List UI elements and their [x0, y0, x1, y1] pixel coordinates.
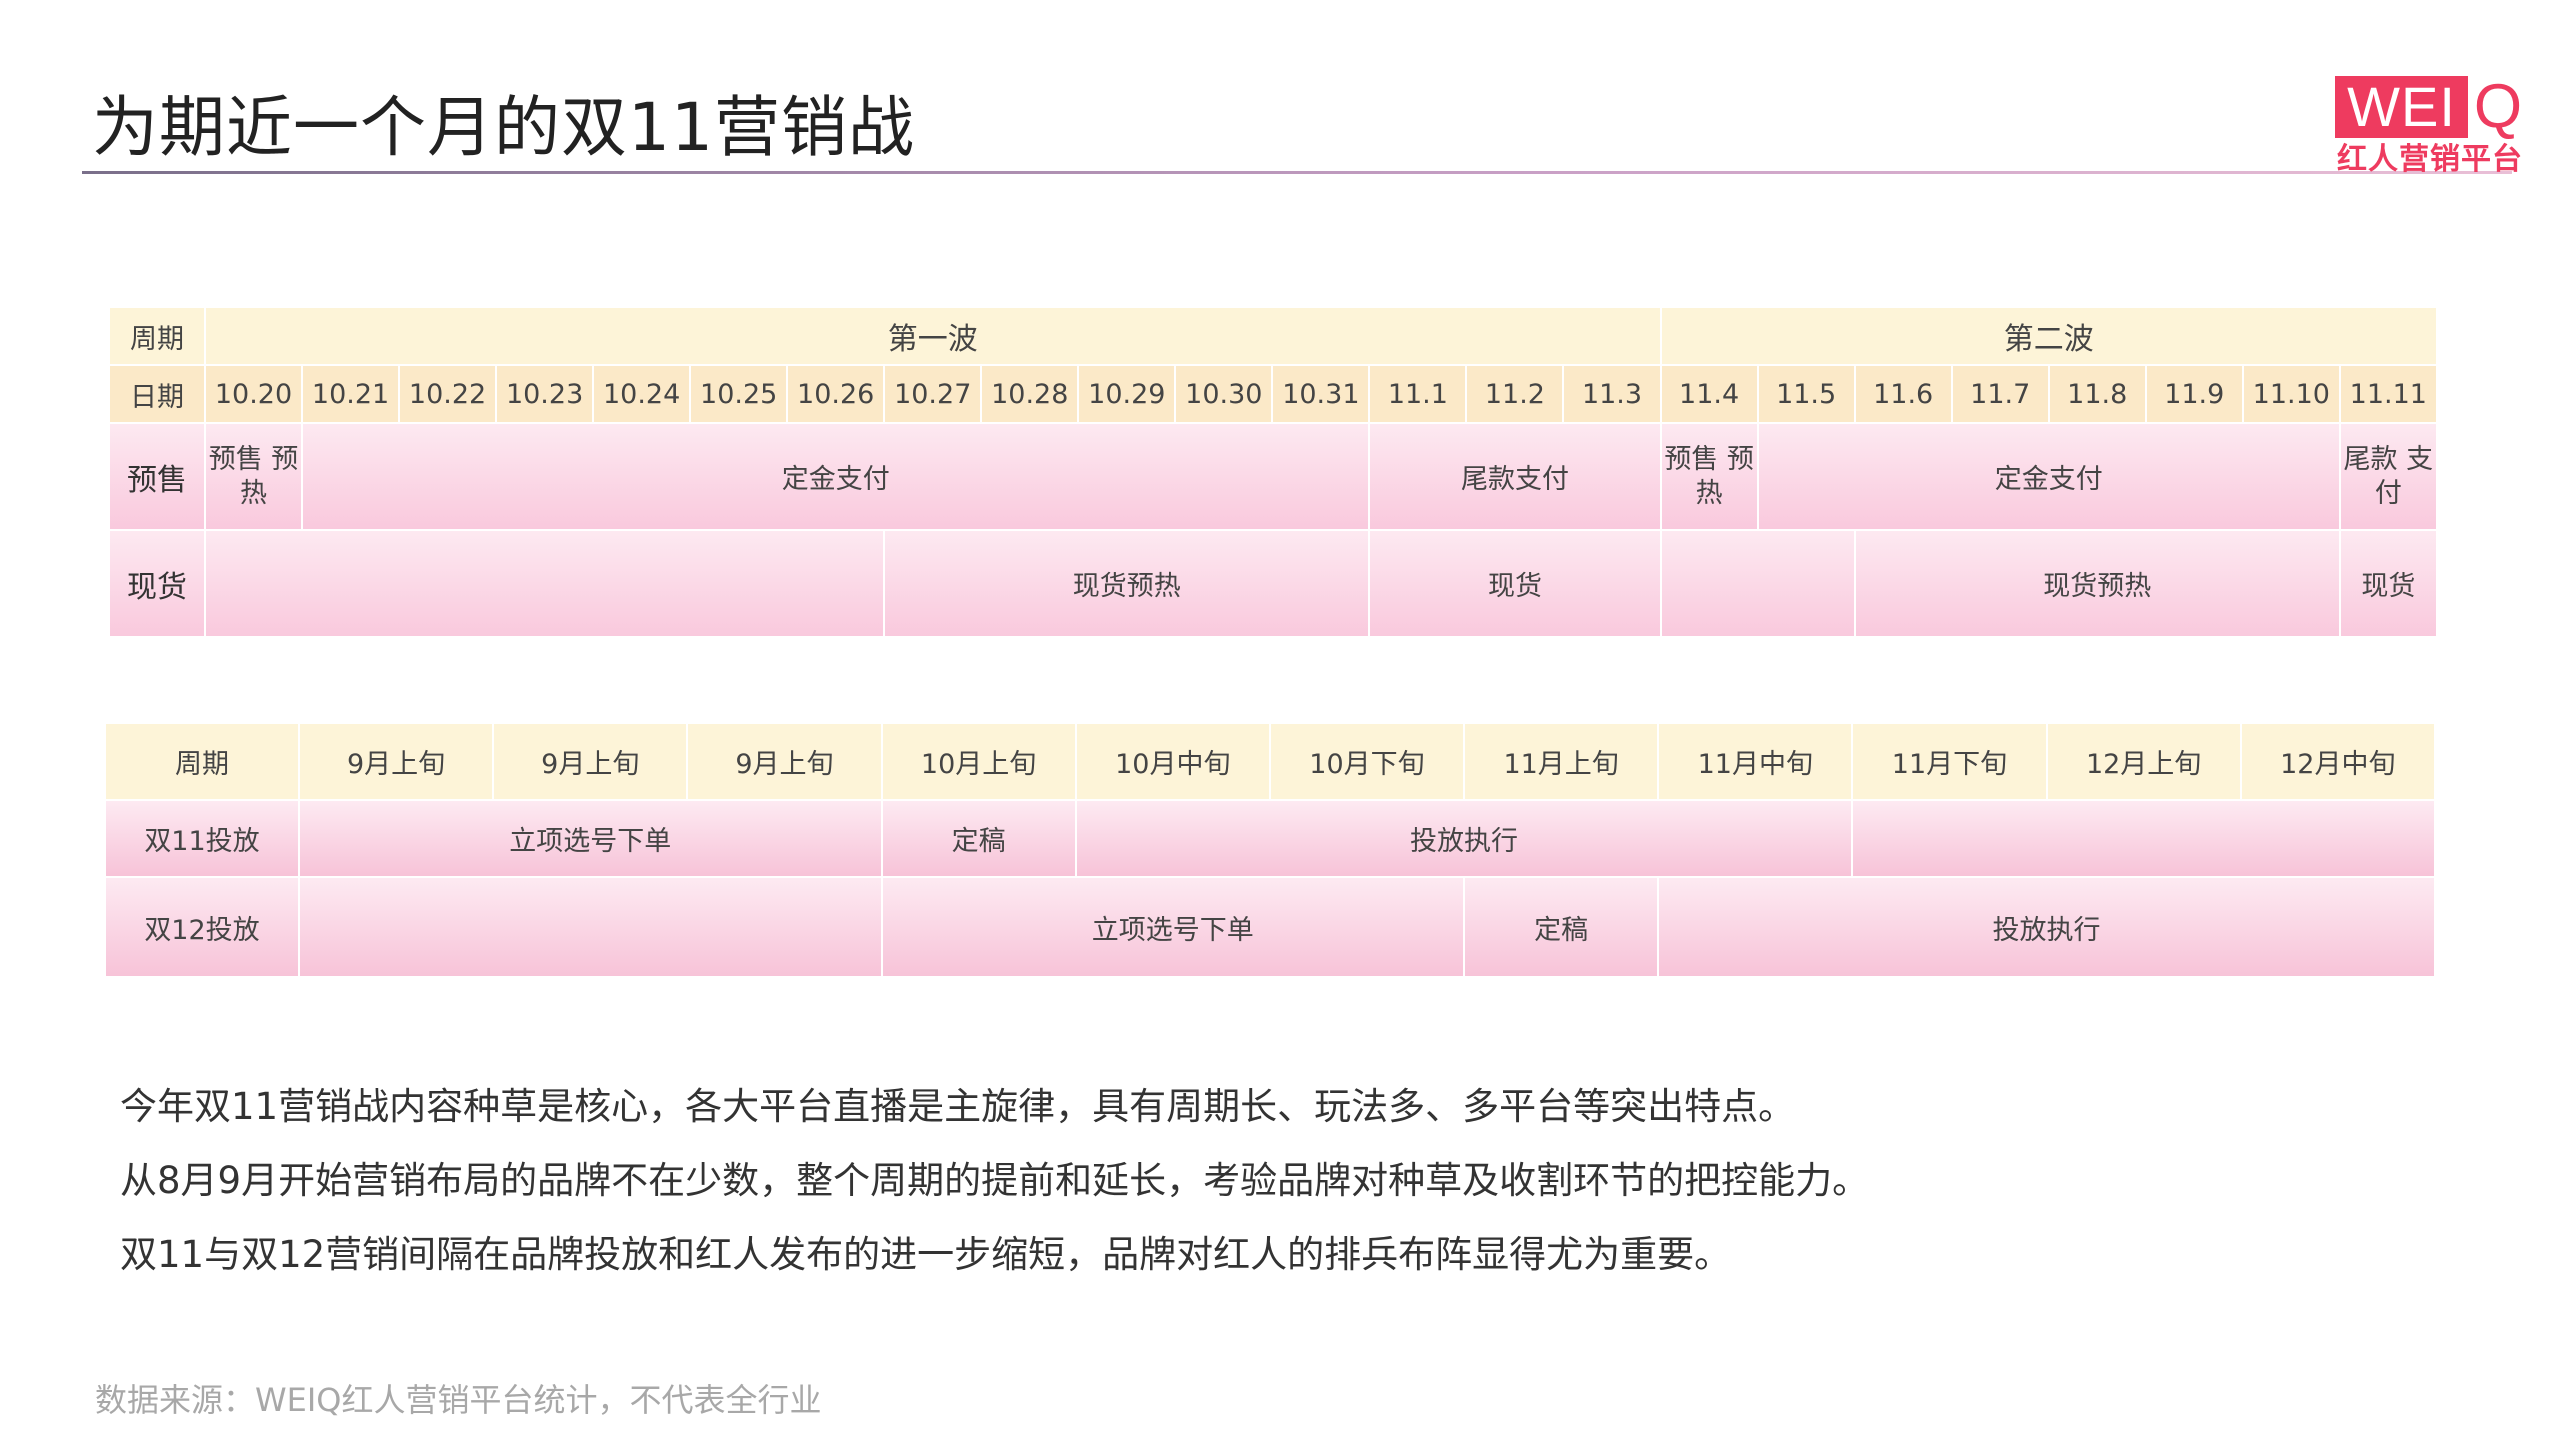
weiq-logo: WEI — [2335, 76, 2468, 138]
summary-notes: 今年双11营销战内容种草是核心，各大平台直播是主旋律，具有周期长、玩法多、多平台… — [120, 1070, 1869, 1292]
presale-label: 预售 — [108, 422, 206, 531]
d11-empty — [1851, 799, 2436, 878]
wave1-final-payment: 尾款支付 — [1368, 422, 1662, 531]
period-cell: 12月上旬 — [2045, 722, 2242, 801]
d11-row: 双11投放 立项选号下单 定稿 投放执行 — [104, 799, 2436, 878]
period-cell: 9月上旬 — [492, 722, 689, 801]
timeline-period-label: 周期 — [104, 722, 300, 801]
d11-exec: 投放执行 — [1074, 799, 1854, 878]
d12-plan: 立项选号下单 — [880, 876, 1466, 978]
date-cell: 11.8 — [2047, 364, 2147, 424]
wave2-final-payment: 尾款 支付 — [2338, 422, 2438, 531]
note-line: 双11与双12营销间隔在品牌投放和红人发布的进一步缩短，品牌对红人的排兵布阵显得… — [120, 1233, 1732, 1276]
d12-final: 定稿 — [1463, 876, 1660, 978]
date-cell: 10.21 — [301, 364, 401, 424]
wave2-spot-preheat: 现货预热 — [1853, 529, 2341, 638]
date-cell: 11.4 — [1659, 364, 1759, 424]
period-cell: 12月中旬 — [2239, 722, 2436, 801]
period-cell: 9月上旬 — [686, 722, 883, 801]
date-cell: 11.2 — [1465, 364, 1565, 424]
period-cell: 11月下旬 — [1851, 722, 2048, 801]
date-cell: 10.20 — [203, 364, 304, 424]
note-line: 今年双11营销战内容种草是核心，各大平台直播是主旋律，具有周期长、玩法多、多平台… — [120, 1085, 1796, 1128]
date-cell: 11.11 — [2338, 364, 2438, 424]
date-cell: 10.23 — [495, 364, 595, 424]
date-cell: 10.30 — [1174, 364, 1274, 424]
date-cell: 10.27 — [883, 364, 983, 424]
date-cell: 11.9 — [2144, 364, 2244, 424]
wave1-deposit-payment: 定金支付 — [301, 422, 1371, 531]
d11-plan: 立项选号下单 — [298, 799, 883, 878]
note-line: 从8月9月开始营销布局的品牌不在少数，整个周期的提前和延长，考验品牌对种草及收割… — [120, 1159, 1870, 1202]
date-cell: 10.31 — [1271, 364, 1371, 424]
date-cell: 11.6 — [1853, 364, 1953, 424]
wave1-spot: 现货 — [1368, 529, 1662, 638]
timeline-header-row: 周期 9月上旬 9月上旬 9月上旬 10月上旬 10月中旬 10月下旬 11月上旬 11月中旬… — [104, 722, 2436, 801]
daily-schedule-table: 周期 第一波 第二波 日期 10.20 10.21 10.22 10.23 10.24 1… — [108, 306, 2438, 638]
wave-1-header: 第一波 — [204, 306, 1662, 366]
date-cell: 10.24 — [592, 364, 692, 424]
period-cell: 11月上旬 — [1463, 722, 1660, 801]
date-cell: 10.29 — [1077, 364, 1177, 424]
wave1-spot-empty — [203, 529, 886, 638]
period-label: 周期 — [108, 306, 206, 366]
date-cell: 11.1 — [1368, 364, 1468, 424]
date-cell: 11.7 — [1950, 364, 2050, 424]
period-cell: 11月中旬 — [1657, 722, 1854, 801]
wave2-deposit-payment: 定金支付 — [1756, 422, 2341, 531]
date-cell: 10.25 — [689, 364, 789, 424]
d12-row: 双12投放 立项选号下单 定稿 投放执行 — [104, 876, 2436, 978]
title-divider — [82, 171, 2512, 174]
spot-label: 现货 — [108, 529, 206, 638]
period-cell: 10月上旬 — [880, 722, 1077, 801]
wave2-spot-empty — [1659, 529, 1856, 638]
d12-label: 双12投放 — [104, 876, 300, 978]
date-cell: 11.3 — [1562, 364, 1662, 424]
wave2-presale-preheat: 预售 预热 — [1659, 422, 1759, 531]
wave1-presale-preheat: 预售 预热 — [203, 422, 304, 531]
logo-subtitle: 红人营销平台 — [2337, 142, 2523, 177]
date-cell: 10.26 — [786, 364, 886, 424]
date-cell: 11.10 — [2241, 364, 2341, 424]
data-source: 数据来源：WEIQ红人营销平台统计，不代表全行业 — [95, 1381, 822, 1419]
d11-final: 定稿 — [880, 799, 1077, 878]
date-cell: 10.28 — [980, 364, 1080, 424]
wave-2-header: 第二波 — [1659, 306, 2438, 366]
campaign-timeline-table: 周期 9月上旬 9月上旬 9月上旬 10月上旬 10月中旬 10月下旬 11月上旬 11月中旬… — [104, 722, 2436, 978]
period-cell: 10月下旬 — [1268, 722, 1466, 801]
page-title: 为期近一个月的双11营销战 — [92, 89, 915, 166]
d11-label: 双11投放 — [104, 799, 300, 878]
period-cell: 9月上旬 — [297, 722, 495, 801]
wave2-spot: 现货 — [2338, 529, 2438, 638]
date-row: 日期 10.20 10.21 10.22 10.23 10.24 10.25 10.26 10… — [108, 364, 2438, 424]
date-cell: 11.5 — [1756, 364, 1856, 424]
d12-empty — [298, 876, 883, 978]
presale-row: 预售 预售 预热 定金支付 尾款支付 预售 预热 定金支付 尾款 支付 — [108, 422, 2438, 531]
wave1-spot-preheat: 现货预热 — [883, 529, 1371, 638]
period-cell: 10月中旬 — [1074, 722, 1271, 801]
wave-header-row: 周期 第一波 第二波 — [108, 306, 2438, 366]
date-cell: 10.22 — [398, 364, 498, 424]
spot-row: 现货 现货预热 现货 现货预热 现货 — [108, 529, 2438, 638]
d12-exec: 投放执行 — [1657, 876, 2436, 978]
weiq-logo-q: Q — [2473, 72, 2523, 141]
date-label: 日期 — [108, 364, 206, 424]
